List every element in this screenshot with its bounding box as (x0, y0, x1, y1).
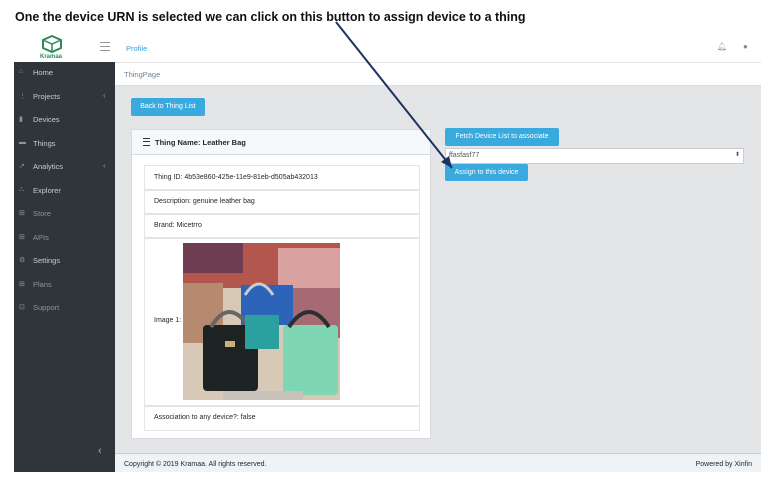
back-to-thing-list-button[interactable]: Back to Thing List (131, 98, 205, 116)
fetch-device-list-button[interactable]: Fetch Device List to associate (445, 128, 559, 146)
app-window: Kramaa Profile 🔔︎ ● ⌂ Home ⋮ Projects ‹ ▮ Devi… (14, 33, 761, 472)
sidebar-item-projects[interactable]: ⋮ Projects ‹ (14, 89, 115, 107)
instruction-caption: One the device URN is selected we can cl… (15, 10, 526, 24)
thing-card-header: Thing Name: Leather Bag (132, 130, 430, 155)
sidebar-item-label: Store (33, 209, 51, 218)
leather-bag-photo (183, 243, 340, 400)
thing-name: Thing Name: Leather Bag (155, 138, 246, 147)
sidebar-item-plans[interactable]: ⊞ Plans (14, 277, 115, 295)
sidebar: ⌂ Home ⋮ Projects ‹ ▮ Devices ▬ Things ↗ Analytics… (14, 62, 115, 472)
menu-toggle-icon[interactable] (100, 42, 110, 51)
sidebar-item-label: Analytics (33, 162, 64, 171)
sidebar-item-label: Devices (33, 115, 60, 124)
chevron-left-icon: ‹ (103, 90, 106, 100)
image-label: Image 1: (154, 317, 182, 324)
user-icon[interactable]: ● (743, 42, 748, 51)
sidebar-item-label: Projects (33, 91, 61, 101)
thing-description-row: Description: genuine leather bag (144, 189, 420, 215)
powered-by-text: Powered by Xinfin (695, 461, 752, 468)
settings-icon: ⚙ (19, 257, 26, 264)
breadcrumb: ThingPage (115, 63, 761, 86)
association-status: Association to any device?: false (154, 414, 256, 421)
analytics-icon: ↗ (19, 163, 25, 170)
footer: Copyright © 2019 Kramaa. All rights rese… (115, 453, 761, 472)
sidebar-item-label: Explorer (33, 185, 61, 195)
device-urn-select[interactable]: ffasfasf77 ⬍ (445, 148, 744, 164)
support-icon: ⊡ (19, 304, 25, 311)
sidebar-item-explorer[interactable]: ⛬ Explorer (14, 183, 115, 201)
bell-icon[interactable]: 🔔︎ (717, 42, 727, 51)
projects-icon: ⋮ (19, 92, 26, 100)
sidebar-item-devices[interactable]: ▮ Devices (14, 112, 115, 130)
top-navbar: Kramaa Profile 🔔︎ ● (14, 33, 761, 63)
things-icon: ▬ (19, 138, 26, 146)
sidebar-item-label: Plans (33, 279, 52, 289)
select-arrows-icon: ⬍ (734, 152, 740, 158)
logo-text: Kramaa (40, 54, 63, 60)
apis-icon: ⊞ (19, 233, 25, 241)
device-urn-selected: ffasfasf77 (449, 152, 480, 159)
sidebar-item-store[interactable]: ⊞ Store (14, 206, 115, 224)
store-icon: ⊞ (19, 210, 25, 217)
sidebar-item-label: Settings (33, 256, 61, 265)
kramaa-logo[interactable]: Kramaa (33, 35, 73, 62)
association-row: Association to any device?: false (144, 405, 420, 431)
sidebar-item-support[interactable]: ⊡ Support (14, 300, 115, 318)
devices-icon: ▮ (19, 116, 23, 123)
thing-description: Description: genuine leather bag (154, 198, 255, 205)
thing-id-row: Thing ID: 4b53e860-425e-11e9-81eb-d505ab… (144, 165, 420, 191)
breadcrumb-item: ThingPage (124, 70, 161, 79)
sidebar-collapse-icon[interactable]: ‹ (98, 445, 102, 457)
sidebar-item-home[interactable]: ⌂ Home (14, 65, 115, 83)
list-icon (143, 138, 150, 146)
sidebar-item-label: Things (33, 138, 56, 148)
sidebar-item-apis[interactable]: ⊞ APIs (14, 230, 115, 248)
thing-image-row: Image 1: (144, 237, 420, 407)
plans-icon: ⊞ (19, 280, 25, 288)
explorer-icon: ⛬ (19, 185, 24, 193)
assign-to-this-device-button[interactable]: Assign to this device (445, 164, 528, 181)
thing-brand-row: Brand: Micetrro (144, 213, 420, 239)
home-icon: ⌂ (19, 68, 24, 75)
cube-logo-icon (42, 35, 62, 53)
sidebar-item-label: Home (33, 68, 54, 77)
sidebar-item-things[interactable]: ▬ Things (14, 136, 115, 154)
copyright-text: Copyright © 2019 Kramaa. All rights rese… (124, 461, 267, 468)
thing-brand: Brand: Micetrro (154, 222, 202, 229)
sidebar-item-label: APIs (33, 232, 49, 242)
sidebar-item-label: Support (33, 303, 60, 312)
sidebar-item-settings[interactable]: ⚙ Settings (14, 253, 115, 271)
profile-link[interactable]: Profile (126, 44, 147, 53)
chevron-left-icon: ‹ (103, 161, 106, 170)
thing-card: Thing Name: Leather Bag Thing ID: 4b53e8… (131, 129, 431, 439)
thing-id: Thing ID: 4b53e860-425e-11e9-81eb-d505ab… (154, 174, 318, 181)
sidebar-item-analytics[interactable]: ↗ Analytics ‹ (14, 159, 115, 177)
